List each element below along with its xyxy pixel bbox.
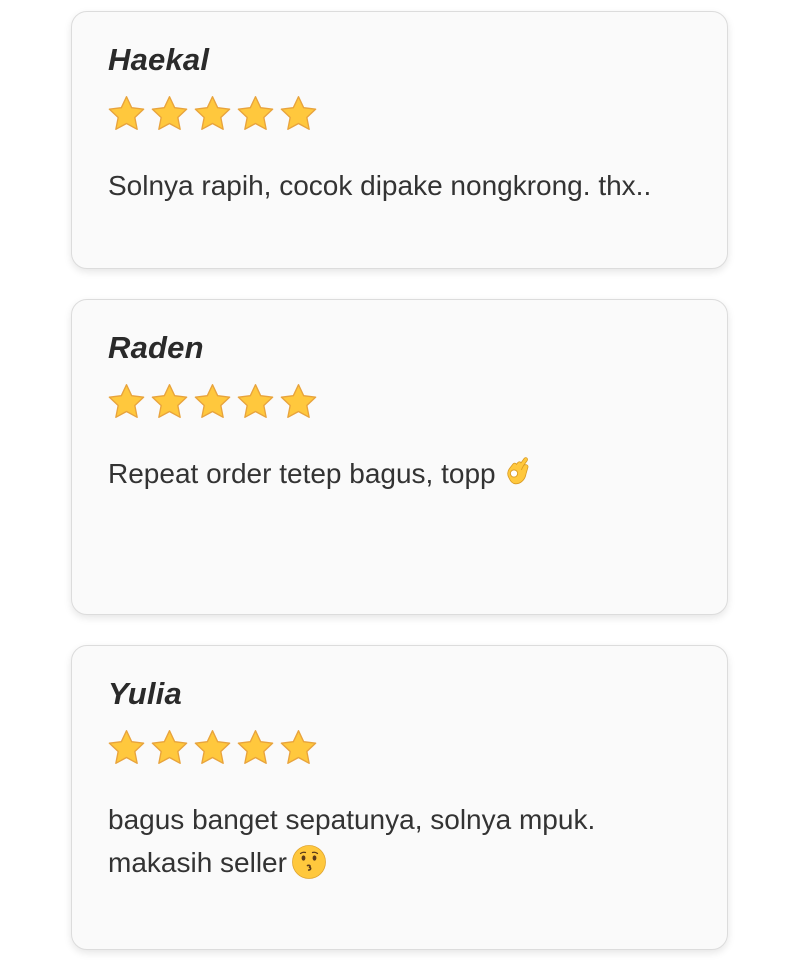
review-text-content: Solnya rapih, cocok dipake nongkrong. th… [108, 170, 652, 201]
star-icon [194, 96, 231, 130]
star-icon [237, 384, 274, 418]
star-icon [237, 96, 274, 130]
star-rating [106, 728, 319, 768]
star-icon [151, 730, 188, 764]
review-text: bagus banget sepatunya, solnya mpuk. mak… [108, 798, 698, 884]
star-icon [194, 730, 231, 764]
star-icon [108, 730, 145, 764]
kissing-face-emoji-icon [292, 844, 326, 879]
review-text: Solnya rapih, cocok dipake nongkrong. th… [108, 164, 698, 207]
star-rating [106, 382, 319, 422]
star-icon [151, 384, 188, 418]
review-card: Yulia bagus banget sepatunya, solnya mpu… [71, 645, 728, 950]
star-icon [280, 96, 317, 130]
review-card: Haekal Solnya rapih, cocok dipake nongkr… [71, 11, 728, 269]
star-icon [237, 730, 274, 764]
review-card: Raden Repeat order tetep bagus, topp [71, 299, 728, 615]
review-text-content: bagus banget sepatunya, solnya mpuk. mak… [108, 804, 596, 878]
ok-hand-emoji-icon [506, 456, 529, 484]
star-icon [194, 384, 231, 418]
star-icon [108, 96, 145, 130]
reviewer-name: Raden [108, 330, 204, 365]
review-text: Repeat order tetep bagus, topp [108, 452, 698, 495]
star-icon [280, 384, 317, 418]
star-icon [151, 96, 188, 130]
star-rating [106, 94, 319, 134]
star-icon [108, 384, 145, 418]
star-icon [280, 730, 317, 764]
review-text-content: Repeat order tetep bagus, topp [108, 458, 496, 489]
reviewer-name: Haekal [108, 42, 210, 77]
reviewer-name: Yulia [108, 676, 182, 711]
